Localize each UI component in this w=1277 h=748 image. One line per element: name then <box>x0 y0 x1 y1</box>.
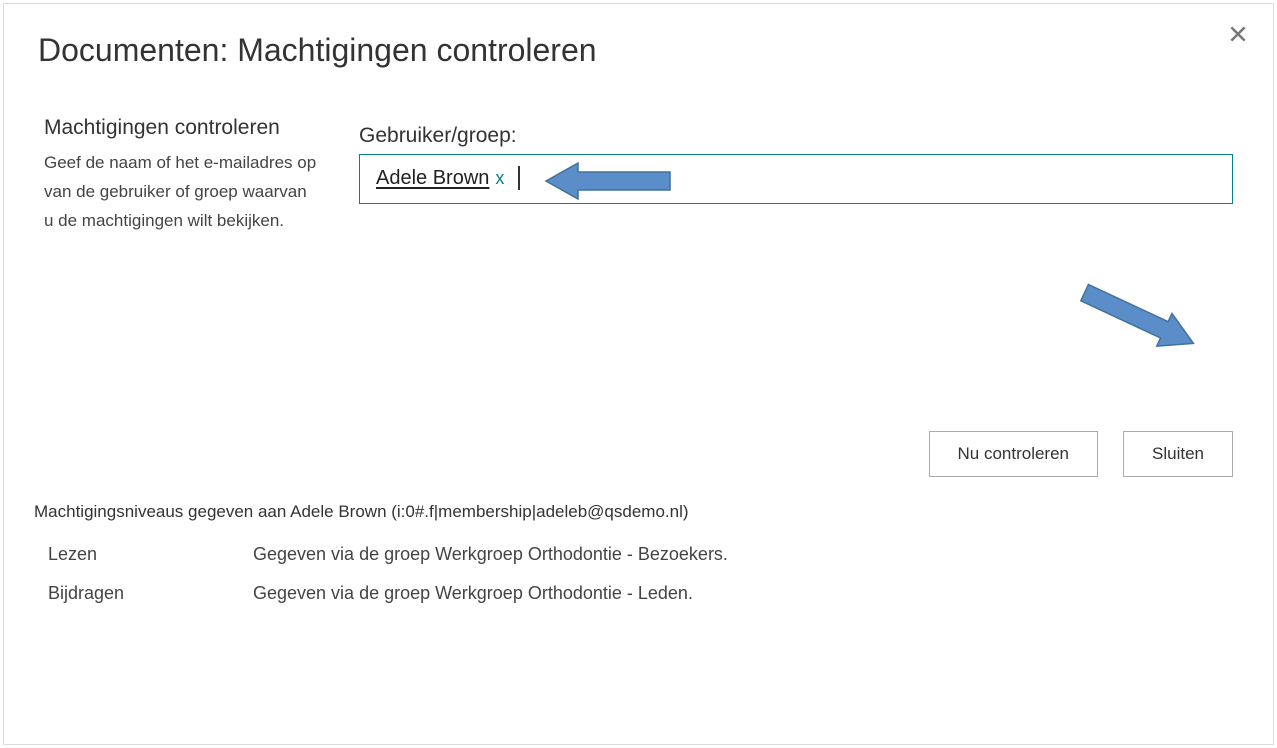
content-row: Machtigingen controleren Geef de naam of… <box>4 89 1273 236</box>
text-cursor <box>518 166 520 190</box>
results-section: Machtigingsniveaus gegeven aan Adele Bro… <box>4 477 1273 604</box>
permission-source: Gegeven via de groep Werkgroep Orthodont… <box>253 583 1233 604</box>
button-row: Nu controleren Sluiten <box>4 431 1273 477</box>
permission-level: Bijdragen <box>48 583 253 604</box>
results-header: Machtigingsniveaus gegeven aan Adele Bro… <box>34 502 1233 522</box>
annotation-arrow-to-button <box>1079 251 1199 386</box>
form-column: Gebruiker/groep: Adele Brown x <box>319 114 1233 236</box>
selected-user-chip[interactable]: Adele Brown <box>376 167 489 190</box>
section-description: Geef de naam of het e-mailadres op van d… <box>44 149 319 236</box>
section-title: Machtigingen controleren <box>44 114 319 141</box>
instructions-column: Machtigingen controleren Geef de naam of… <box>44 114 319 236</box>
close-button[interactable]: Sluiten <box>1123 431 1233 477</box>
check-now-button[interactable]: Nu controleren <box>929 431 1099 477</box>
close-icon <box>1228 24 1248 44</box>
check-permissions-dialog: Documenten: Machtigingen controleren Mac… <box>3 3 1274 745</box>
dialog-title: Documenten: Machtigingen controleren <box>4 4 1273 89</box>
user-group-input[interactable]: Adele Brown x <box>359 154 1233 204</box>
dialog-close-button[interactable] <box>1228 24 1248 47</box>
user-group-label: Gebruiker/groep: <box>359 124 1233 148</box>
permission-row: Bijdragen Gegeven via de groep Werkgroep… <box>34 583 1233 604</box>
remove-user-chip[interactable]: x <box>495 168 504 189</box>
permission-source: Gegeven via de groep Werkgroep Orthodont… <box>253 544 1233 565</box>
permission-row: Lezen Gegeven via de groep Werkgroep Ort… <box>34 544 1233 565</box>
permission-level: Lezen <box>48 544 253 565</box>
